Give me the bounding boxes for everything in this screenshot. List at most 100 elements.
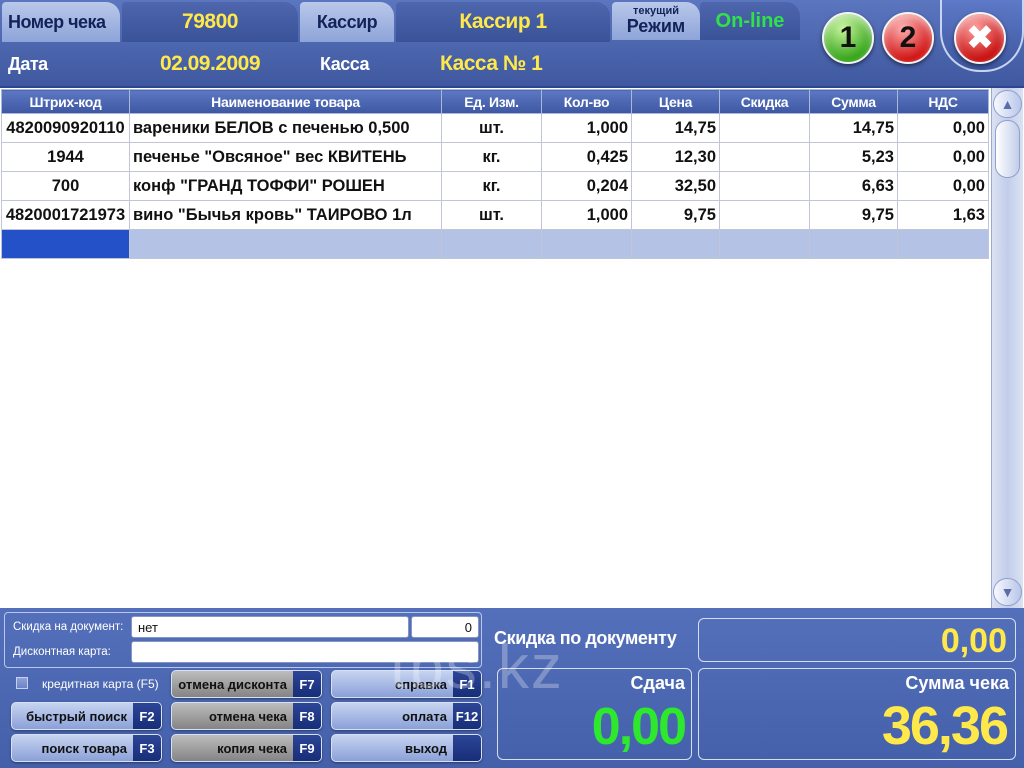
f8-key-badge: F8	[293, 703, 321, 729]
cell-vat: 0,00	[897, 142, 989, 172]
cell-empty	[441, 229, 542, 259]
f12-key-badge: F12	[453, 703, 481, 729]
table-header-row: Штрих-код Наименование товара Ед. Изм. К…	[1, 89, 989, 114]
new-item-row[interactable]	[1, 229, 989, 259]
exit-button[interactable]: выход	[331, 734, 482, 762]
find-product-label: поиск товара	[41, 740, 128, 756]
cancel-receipt-button[interactable]: отмена чека F8	[171, 702, 322, 730]
cell-price: 12,30	[631, 142, 720, 172]
cell-price: 14,75	[631, 113, 720, 143]
cell-empty	[631, 229, 720, 259]
f2-key-badge: F2	[133, 703, 161, 729]
cell-price: 32,50	[631, 171, 720, 201]
cell-qty: 0,425	[541, 142, 632, 172]
cell-sum: 5,23	[809, 142, 898, 172]
register-label: Касса	[320, 53, 369, 74]
cell-barcode: 1944	[1, 142, 130, 172]
header-row-2: Дата 02.09.2009 Касса Касса № 1	[0, 44, 820, 86]
receipt-no-value: 79800	[122, 2, 298, 42]
cell-discount	[719, 200, 810, 230]
table-row[interactable]: 4820001721973 вино "Бычья кровь" ТАИРОВО…	[1, 200, 989, 230]
mode-label: текущий Режим	[612, 2, 700, 40]
mode-main-label: Режим	[626, 16, 686, 36]
total-label: Сумма чека	[905, 673, 1009, 693]
cancel-discount-button[interactable]: отмена дисконта F7	[171, 670, 322, 698]
register-value: Касса № 1	[440, 52, 543, 75]
f9-key-badge: F9	[293, 735, 321, 761]
date-label: Дата	[8, 53, 48, 74]
scroll-thumb[interactable]	[995, 120, 1020, 178]
quick-search-button[interactable]: быстрый поиск F2	[11, 702, 162, 730]
cell-vat: 1,63	[897, 200, 989, 230]
cell-vat: 0,00	[897, 113, 989, 143]
scroll-down-icon[interactable]: ▼	[993, 578, 1022, 606]
receipt-2-button[interactable]: 2	[882, 12, 934, 64]
cancel-receipt-label: отмена чека	[208, 708, 287, 724]
copy-receipt-button[interactable]: копия чека F9	[171, 734, 322, 762]
cashier-value: Кассир 1	[396, 2, 610, 42]
copy-receipt-label: копия чека	[217, 740, 287, 756]
table-row[interactable]: 700 конф "ГРАНД ТОФФИ" РОШЕН кг. 0,204 3…	[1, 171, 989, 201]
cell-barcode: 700	[1, 171, 130, 201]
credit-card-label: кредитная карта (F5)	[42, 677, 159, 691]
cell-barcode-input[interactable]	[1, 229, 130, 259]
exit-label: выход	[404, 740, 447, 756]
vertical-scrollbar[interactable]: ▲ ▼	[991, 88, 1023, 608]
cell-discount	[719, 142, 810, 172]
mode-value: On-line	[700, 2, 800, 40]
column-header-unit[interactable]: Ед. Изм.	[441, 89, 542, 114]
cell-sum: 9,75	[809, 200, 898, 230]
cell-price: 9,75	[631, 200, 720, 230]
total-box: Сумма чека 36,36	[698, 668, 1016, 760]
doc-discount-field[interactable]: нет	[131, 616, 409, 638]
cell-unit: кг.	[441, 171, 542, 201]
cell-unit: шт.	[441, 200, 542, 230]
doc-discount-label: Скидка на документ:	[13, 621, 124, 633]
close-icon[interactable]: ✖	[954, 12, 1006, 64]
column-header-discount[interactable]: Скидка	[719, 89, 810, 114]
column-header-price[interactable]: Цена	[631, 89, 720, 114]
exit-key-badge	[453, 735, 481, 761]
column-header-qty[interactable]: Кол-во	[541, 89, 632, 114]
table-row[interactable]: 4820090920110 вареники БЕЛОВ с печенью 0…	[1, 113, 989, 143]
cell-name: конф "ГРАНД ТОФФИ" РОШЕН	[129, 171, 442, 201]
receipt-grid[interactable]: Штрих-код Наименование товара Ед. Изм. К…	[0, 86, 1024, 608]
cell-unit: кг.	[441, 142, 542, 172]
table-row[interactable]: 1944 печенье "Овсяное" вес КВИТЕНЬ кг. 0…	[1, 142, 989, 172]
receipt-1-button[interactable]: 1	[822, 12, 874, 64]
change-label: Сдача	[630, 673, 685, 693]
column-header-name[interactable]: Наименование товара	[129, 89, 442, 114]
cell-barcode: 4820090920110	[1, 113, 130, 143]
change-value: 0,00	[591, 698, 687, 756]
watermark: tbs.kz	[390, 633, 564, 702]
find-product-button[interactable]: поиск товара F3	[11, 734, 162, 762]
bottom-panel: Скидка на документ: нет 0 Дисконтная кар…	[0, 608, 1024, 768]
cell-name: печенье "Овсяное" вес КВИТЕНЬ	[129, 142, 442, 172]
receipt-no-label: Номер чека	[2, 2, 120, 42]
quick-search-label: быстрый поиск	[26, 708, 127, 724]
cell-sum: 14,75	[809, 113, 898, 143]
cell-barcode: 4820001721973	[1, 200, 130, 230]
f3-key-badge: F3	[133, 735, 161, 761]
scroll-up-icon[interactable]: ▲	[993, 90, 1022, 118]
cell-empty	[719, 229, 810, 259]
cancel-discount-label: отмена дисконта	[178, 676, 287, 692]
cashier-label: Кассир	[300, 2, 394, 42]
total-value: 36,36	[881, 696, 1009, 756]
cell-empty	[897, 229, 989, 259]
cell-empty	[129, 229, 442, 259]
column-header-barcode[interactable]: Штрих-код	[1, 89, 130, 114]
column-header-sum[interactable]: Сумма	[809, 89, 898, 114]
cell-unit: шт.	[441, 113, 542, 143]
cell-qty: 1,000	[541, 200, 632, 230]
items-table: Штрих-код Наименование товара Ед. Изм. К…	[1, 89, 989, 259]
header: Номер чека 79800 Кассир Кассир 1 текущий…	[0, 0, 1024, 86]
payment-button[interactable]: оплата F12	[331, 702, 482, 730]
doc-discount-summary-value: 0,00	[698, 618, 1016, 662]
cell-discount	[719, 171, 810, 201]
cell-name: вино "Бычья кровь" ТАИРОВО 1л	[129, 200, 442, 230]
cell-empty	[541, 229, 632, 259]
date-value: 02.09.2009	[159, 52, 261, 75]
credit-card-checkbox[interactable]	[16, 677, 28, 689]
column-header-vat[interactable]: НДС	[897, 89, 989, 114]
